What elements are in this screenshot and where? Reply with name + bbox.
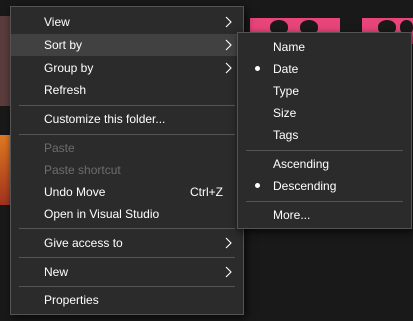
- menu-item-sort-by[interactable]: Sort by: [11, 34, 243, 56]
- context-menu: View Sort by Group by Refresh Customize …: [10, 6, 244, 315]
- menu-item-properties[interactable]: Properties: [11, 289, 243, 311]
- menu-divider: [19, 134, 235, 135]
- menu-item-label: View: [44, 15, 70, 29]
- menu-divider: [19, 286, 235, 287]
- sort-option-label: Date: [273, 62, 299, 76]
- chevron-right-icon: [225, 39, 232, 51]
- sort-order-ascending[interactable]: Ascending: [238, 153, 411, 175]
- sort-option-label: Type: [273, 84, 300, 98]
- menu-item-label: Customize this folder...: [44, 112, 166, 126]
- sort-option-date[interactable]: Date: [238, 58, 411, 80]
- chevron-right-icon: [225, 16, 232, 28]
- sort-order-label: Descending: [273, 179, 337, 193]
- menu-item-give-access[interactable]: Give access to: [11, 232, 243, 254]
- menu-item-group-by[interactable]: Group by: [11, 57, 243, 79]
- menu-item-open-visual-studio[interactable]: Open in Visual Studio: [11, 203, 243, 225]
- menu-divider: [19, 257, 235, 258]
- menu-item-label: Paste shortcut: [44, 163, 121, 177]
- chevron-right-icon: [225, 62, 232, 74]
- menu-item-refresh[interactable]: Refresh: [11, 79, 243, 101]
- menu-divider: [246, 201, 403, 202]
- sort-by-submenu: Name Date Type Size Tags Ascending Desce…: [237, 32, 412, 229]
- menu-item-customize-folder[interactable]: Customize this folder...: [11, 108, 243, 130]
- selected-bullet-icon: [255, 183, 260, 188]
- sort-option-tags[interactable]: Tags: [238, 124, 411, 146]
- menu-item-shortcut: Ctrl+Z: [190, 185, 223, 199]
- menu-divider: [246, 150, 403, 151]
- sort-order-descending[interactable]: Descending: [238, 175, 411, 197]
- sort-option-more[interactable]: More...: [238, 204, 411, 226]
- menu-item-undo-move[interactable]: Undo Move Ctrl+Z: [11, 181, 243, 203]
- sort-option-size[interactable]: Size: [238, 102, 411, 124]
- menu-item-view[interactable]: View: [11, 11, 243, 33]
- menu-item-paste[interactable]: Paste: [11, 137, 243, 159]
- sort-option-label: Size: [273, 106, 297, 120]
- menu-item-label: Paste: [44, 141, 75, 155]
- sort-option-label: Tags: [273, 128, 299, 142]
- menu-item-label: New: [44, 265, 69, 279]
- menu-item-label: Give access to: [44, 236, 123, 250]
- menu-item-label: Refresh: [44, 83, 87, 97]
- menu-item-label: Group by: [44, 61, 94, 75]
- sort-option-label: Name: [273, 40, 306, 54]
- sort-option-type[interactable]: Type: [238, 80, 411, 102]
- menu-item-label: Properties: [44, 293, 99, 307]
- menu-item-paste-shortcut[interactable]: Paste shortcut: [11, 159, 243, 181]
- chevron-right-icon: [225, 266, 232, 278]
- menu-item-label: Undo Move: [44, 185, 106, 199]
- file-thumbnail[interactable]: [0, 16, 10, 106]
- menu-item-label: Sort by: [44, 38, 83, 52]
- menu-divider: [19, 228, 235, 229]
- sort-order-label: Ascending: [273, 157, 330, 171]
- sort-option-label: More...: [273, 208, 311, 222]
- menu-item-label: Open in Visual Studio: [44, 207, 160, 221]
- menu-divider: [19, 105, 235, 106]
- menu-item-new[interactable]: New: [11, 261, 243, 283]
- file-thumbnail[interactable]: [0, 135, 10, 205]
- chevron-right-icon: [225, 237, 232, 249]
- sort-option-name[interactable]: Name: [238, 36, 411, 58]
- selected-bullet-icon: [255, 66, 260, 71]
